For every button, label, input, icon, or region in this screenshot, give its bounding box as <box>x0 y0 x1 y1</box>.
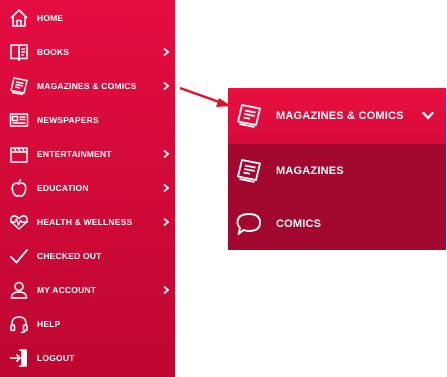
chevron-down-icon <box>422 111 434 121</box>
sidebar-item-label: CHECKED OUT <box>37 251 102 261</box>
magazine-icon <box>234 156 264 186</box>
submenu-panel: MAGAZINES & COMICS MAGAZINES COMICS <box>228 88 446 250</box>
sidebar-item-home[interactable]: HOME <box>0 3 175 33</box>
chevron-right-icon <box>162 217 170 227</box>
sidebar-item-label: BOOKS <box>37 47 70 57</box>
sidebar-item-education[interactable]: EDUCATION <box>0 173 175 203</box>
sidebar-item-books[interactable]: BOOKS <box>0 37 175 67</box>
submenu-item-label: MAGAZINES <box>276 164 344 177</box>
chevron-right-icon <box>162 183 170 193</box>
sidebar-item-label: MY ACCOUNT <box>37 285 97 295</box>
submenu-item-magazines[interactable]: MAGAZINES <box>228 144 446 197</box>
chevron-right-icon <box>162 285 170 295</box>
headset-icon <box>8 313 30 335</box>
chevron-right-icon <box>162 47 170 57</box>
apple-icon <box>8 177 30 199</box>
sidebar-menu: HOME BOOKS MAGAZINES & COMICS NEWSPAPERS… <box>0 0 175 377</box>
home-icon <box>8 7 30 29</box>
user-icon <box>8 279 30 301</box>
sidebar-item-logout[interactable]: LOGOUT <box>0 343 175 373</box>
sidebar-item-entertainment[interactable]: ENTERTAINMENT <box>0 139 175 169</box>
submenu-item-label: COMICS <box>276 217 322 230</box>
submenu-item-comics[interactable]: COMICS <box>228 197 446 250</box>
newspaper-icon <box>8 109 30 131</box>
sidebar-item-label: HELP <box>37 319 61 329</box>
sidebar-item-label: LOGOUT <box>37 353 75 363</box>
sidebar-item-checked-out[interactable]: CHECKED OUT <box>0 241 175 271</box>
checkmark-icon <box>8 245 30 267</box>
heartbeat-icon <box>8 211 30 233</box>
chevron-right-icon <box>162 81 170 91</box>
sidebar-item-magazines-comics[interactable]: MAGAZINES & COMICS <box>0 71 175 101</box>
speech-bubble-icon <box>234 209 264 239</box>
sidebar-item-help[interactable]: HELP <box>0 309 175 339</box>
sidebar-item-label: HOME <box>37 13 64 23</box>
clapperboard-icon <box>8 143 30 165</box>
sidebar-item-label: ENTERTAINMENT <box>37 149 112 159</box>
sidebar-item-label: MAGAZINES & COMICS <box>37 81 137 91</box>
sidebar-item-label: EDUCATION <box>37 183 89 193</box>
logout-icon <box>8 347 30 369</box>
sidebar-item-label: NEWSPAPERS <box>37 115 99 125</box>
sidebar-item-newspapers[interactable]: NEWSPAPERS <box>0 105 175 135</box>
chevron-right-icon <box>162 149 170 159</box>
submenu-header-label: MAGAZINES & COMICS <box>276 110 404 122</box>
submenu-header-magazines-comics[interactable]: MAGAZINES & COMICS <box>228 88 446 144</box>
sidebar-item-my-account[interactable]: MY ACCOUNT <box>0 275 175 305</box>
sidebar-item-health-wellness[interactable]: HEALTH & WELLNESS <box>0 207 175 237</box>
book-icon <box>8 41 30 63</box>
magazine-icon <box>8 75 30 97</box>
magazine-icon <box>234 101 264 131</box>
sidebar-item-label: HEALTH & WELLNESS <box>37 217 133 227</box>
